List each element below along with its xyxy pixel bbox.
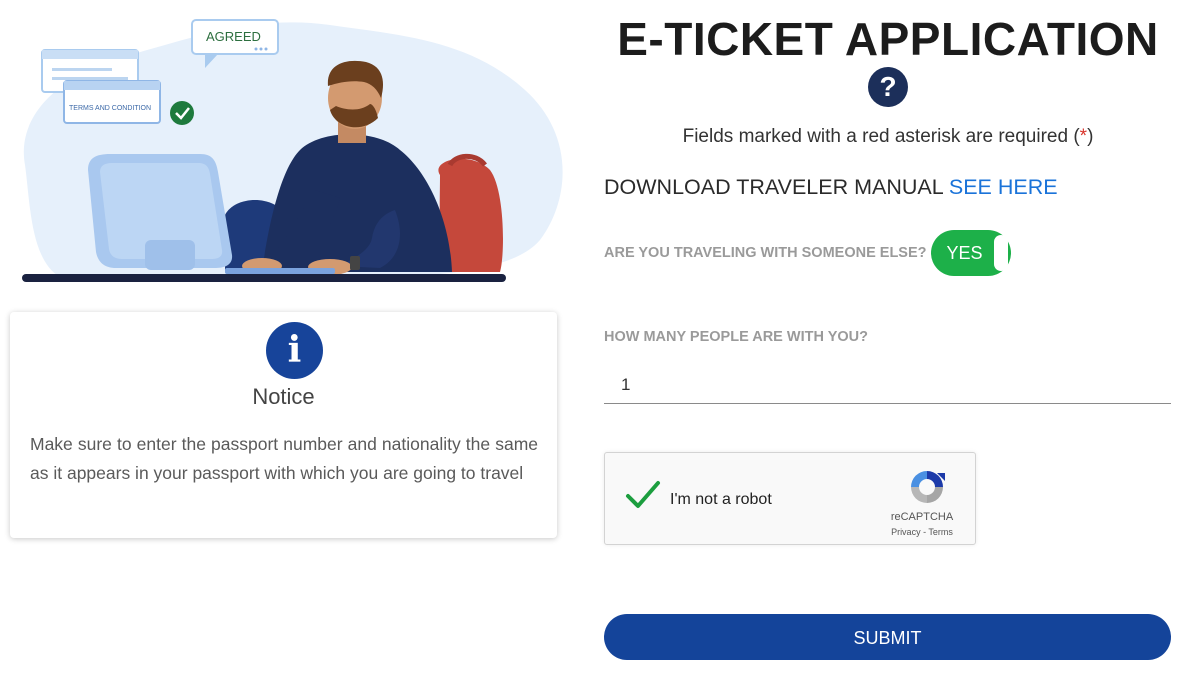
toggle-knob — [993, 235, 1008, 271]
download-manual-label: DOWNLOAD TRAVELER MANUAL — [604, 175, 943, 199]
required-asterisk: * — [1079, 126, 1088, 147]
terms-link[interactable]: Terms — [928, 527, 953, 537]
download-manual-row: DOWNLOAD TRAVELER MANUAL SEE HERE — [604, 175, 1058, 200]
toggle-label: YES — [946, 243, 983, 263]
person-at-computer-illustration: TERMS AND CONDITION AGREED — [22, 19, 563, 282]
required-note-text: Fields marked with a red asterisk are re… — [682, 126, 1080, 147]
traveling-question-label: ARE YOU TRAVELING WITH SOMEONE ELSE? — [604, 245, 927, 261]
people-count-label: HOW MANY PEOPLE ARE WITH YOU? — [604, 329, 868, 345]
recaptcha-label: I'm not a robot — [670, 491, 772, 508]
page-title: E-TICKET APPLICATION — [617, 13, 1159, 65]
info-icon: i — [266, 322, 323, 379]
people-count-input[interactable] — [604, 366, 1171, 404]
privacy-link[interactable]: Privacy — [891, 527, 921, 537]
traveling-toggle[interactable]: YES — [930, 230, 1011, 276]
question-icon[interactable]: ? — [868, 67, 908, 107]
see-here-link[interactable]: SEE HERE — [949, 175, 1058, 199]
hero-illustration: TERMS AND CONDITION AGREED — [0, 0, 580, 300]
recaptcha-widget: I'm not a robot reCAPTCHA Privacy - Term… — [604, 452, 976, 545]
recaptcha-checkmark-icon[interactable] — [625, 479, 661, 511]
required-fields-note: Fields marked with a red asterisk are re… — [604, 126, 1172, 148]
recaptcha-logo-icon — [911, 471, 945, 503]
notice-text: Make sure to enter the passport number a… — [30, 434, 538, 483]
traveling-question-row: ARE YOU TRAVELING WITH SOMEONE ELSE? YES — [604, 230, 1011, 276]
document-label: TERMS AND CONDITION — [69, 105, 151, 112]
recaptcha-brand: reCAPTCHA — [890, 511, 954, 523]
notice-card: i Notice Make sure to enter the passport… — [10, 312, 557, 538]
notice-title: Notice — [252, 384, 315, 409]
submit-button[interactable]: SUBMIT — [604, 614, 1171, 660]
required-note-close: ) — [1087, 126, 1094, 147]
recaptcha-links: Privacy - Terms — [867, 527, 977, 537]
speech-bubble-text: AGREED — [206, 29, 261, 44]
